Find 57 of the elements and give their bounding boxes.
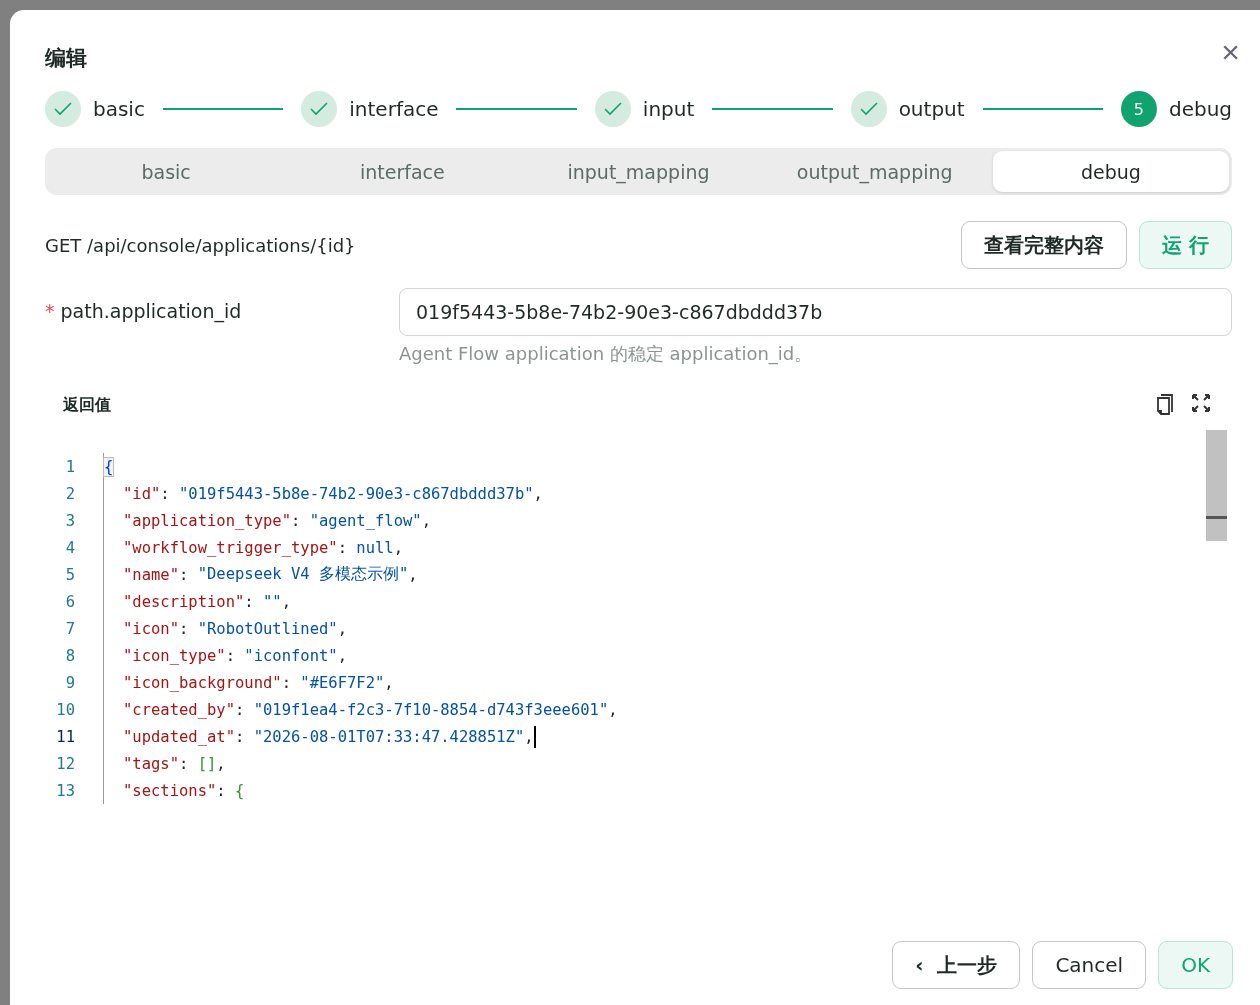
cancel-button[interactable]: Cancel (1032, 941, 1147, 989)
step-label: debug (1168, 97, 1232, 121)
code-line: "sections": { (103, 777, 245, 804)
code-line: "icon_background": "#E6F7F2", (103, 669, 394, 696)
code-line: { (103, 453, 114, 480)
line-number: 7 (65, 619, 75, 638)
line-number: 9 (65, 673, 75, 692)
step-number: 5 (1120, 91, 1157, 127)
code-line: "workflow_trigger_type": null, (103, 534, 403, 561)
line-number: 10 (56, 700, 75, 719)
check-icon (54, 102, 72, 116)
tab[interactable]: interface (284, 151, 521, 192)
code-line: "icon_type": "iconfont", (103, 642, 347, 669)
step-label: basic (93, 97, 145, 121)
ok-button[interactable]: OK (1158, 941, 1233, 989)
expand-icon[interactable] (1192, 394, 1210, 412)
tab[interactable]: input_mapping (520, 151, 757, 192)
line-number: 4 (65, 538, 75, 557)
dialog-title: 编辑 (45, 45, 87, 72)
copy-icon[interactable] (1156, 394, 1174, 416)
tab[interactable]: basic (48, 151, 285, 192)
check-icon (310, 102, 329, 116)
code-line: "created_by": "019f1ea4-f2c3-7f10-8854-d743f3eee601", (103, 696, 618, 723)
tab[interactable]: output_mapping (756, 151, 993, 192)
code-line: "tags": [], (103, 750, 226, 777)
help-text: Agent Flow application 的稳定 application_id。 (399, 342, 814, 366)
tab[interactable]: debug (992, 151, 1229, 192)
code-line: "icon": "RobotOutlined", (103, 615, 347, 642)
check-icon (859, 102, 878, 116)
view-content-button[interactable]: 查看完整内容 (961, 221, 1128, 269)
input-field[interactable]: 019f5443-5b8e-74b2-90e3-c867dbddd37b (399, 288, 1232, 336)
code-line: "id": "019f5443-5b8e-74b2-90e3-c867dbddd37b", (103, 480, 543, 507)
line-number: 13 (56, 781, 75, 800)
code-line: "application_type": "agent_flow", (103, 507, 431, 534)
line-number: 6 (65, 592, 75, 611)
section-title: 返回值 (63, 394, 111, 416)
line-number: 12 (56, 754, 75, 773)
line-number: 8 (65, 646, 75, 665)
close-button[interactable]: × (1221, 36, 1240, 68)
line-number: 5 (65, 565, 75, 584)
code-line: "name": "Deepseek V4 多模态示例", (103, 561, 418, 588)
code-line: "updated_at": "2026-08-01T07:33:47.428851Z", (103, 723, 536, 750)
text-cursor (533, 725, 536, 748)
back-button[interactable]: ‹ 上一步 (892, 941, 1021, 989)
run-button[interactable]: 运 行 (1139, 221, 1232, 269)
endpoint-text: GET /api/console/applications/{id} (45, 234, 356, 256)
line-number: 2 (65, 484, 75, 503)
step-label: interface (349, 97, 439, 121)
step-label: input (642, 97, 695, 121)
line-number: 1 (65, 457, 75, 476)
scrollbar[interactable] (1206, 430, 1227, 541)
line-number: 3 (65, 511, 75, 530)
code-line: "description": "", (103, 588, 291, 615)
field-label: * path.application_id (45, 299, 243, 325)
step-label: output (898, 97, 965, 121)
line-number: 11 (56, 727, 75, 746)
check-icon (603, 102, 622, 116)
